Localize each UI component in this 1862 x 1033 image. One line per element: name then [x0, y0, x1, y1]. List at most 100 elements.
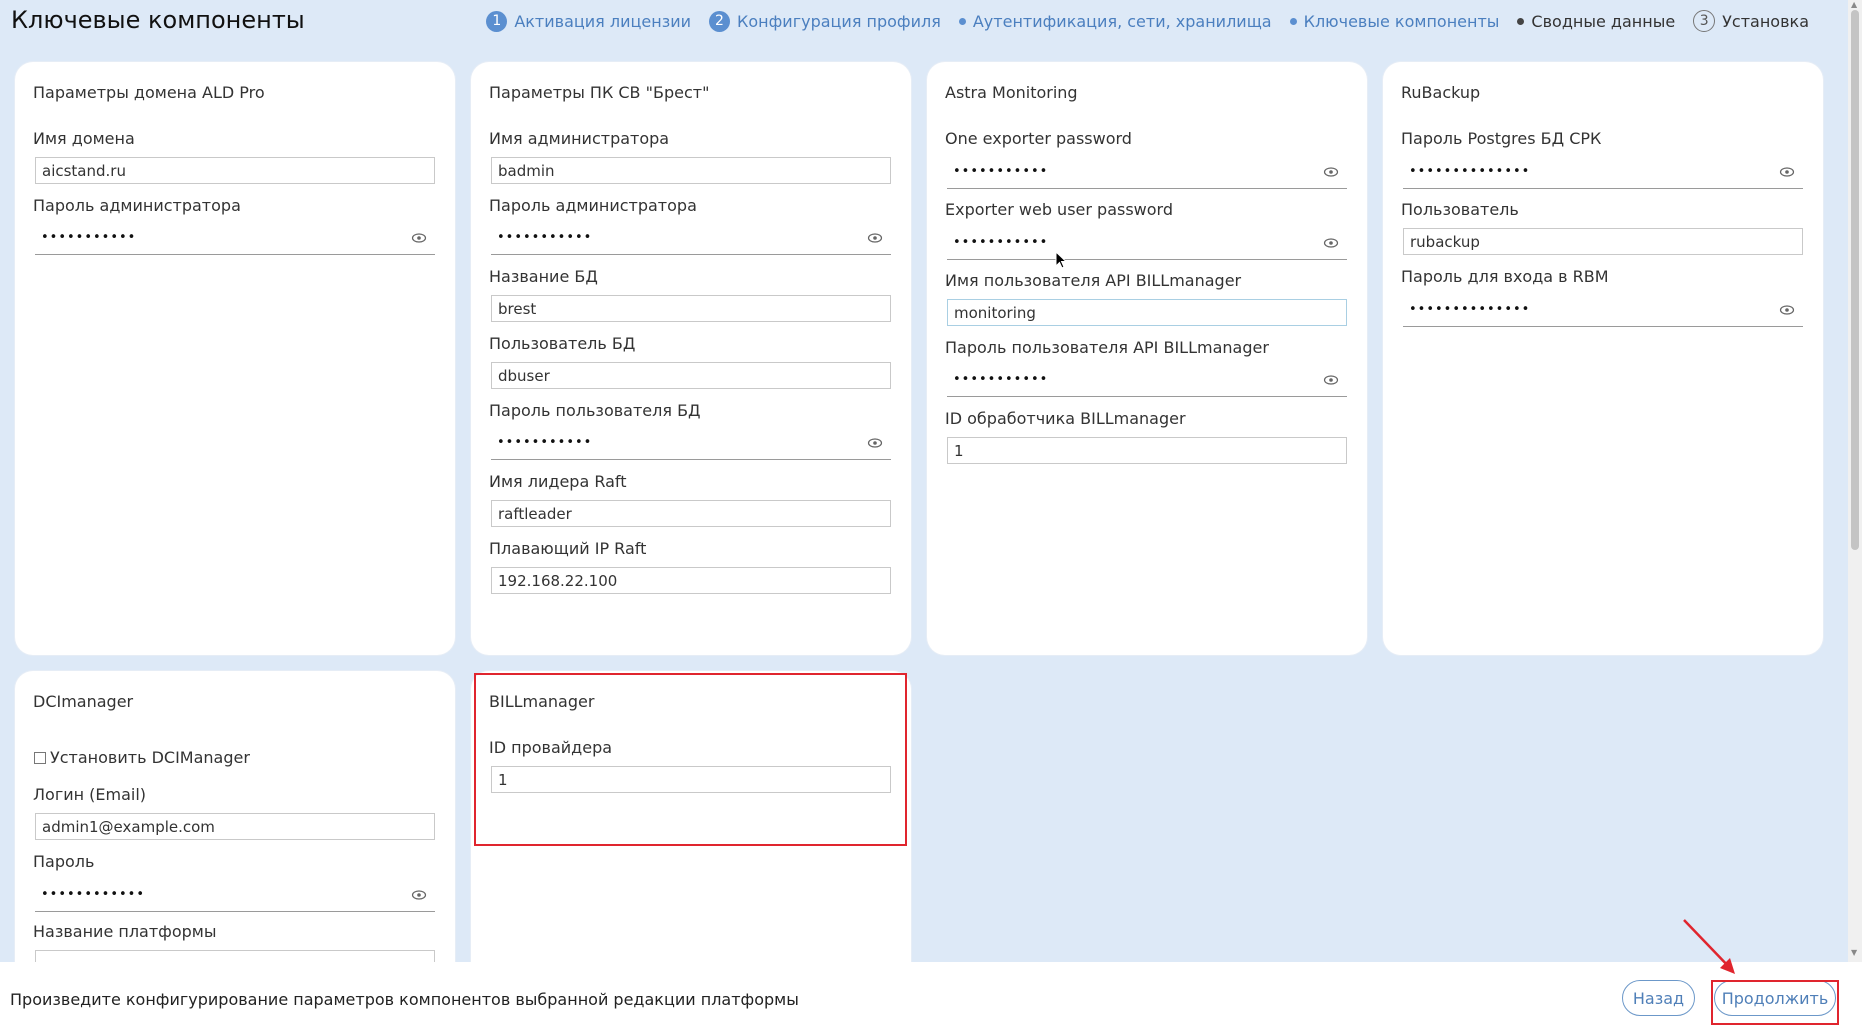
step-dot-icon [1289, 17, 1297, 25]
step-auth-networks[interactable]: Аутентификация, сети, хранилища [958, 12, 1272, 31]
one-exporter-label: One exporter password [945, 129, 1132, 148]
db-user-input[interactable] [491, 362, 891, 389]
raft-leader-label: Имя лидера Raft [489, 472, 627, 491]
step-number-badge: 3 [1693, 10, 1716, 32]
card-ald-pro: Параметры домена ALD Pro Имя домена Паро… [15, 62, 455, 655]
eye-icon[interactable] [1323, 237, 1339, 249]
scroll-down-arrow-icon[interactable]: ▼ [1851, 948, 1857, 957]
admin-name-label: Имя администратора [489, 129, 670, 148]
card-title: Параметры ПК СВ "Брест" [489, 83, 710, 102]
domain-input[interactable] [35, 157, 435, 184]
step-license[interactable]: 1 Активация лицензии [486, 10, 691, 32]
admin-password-label: Пароль администратора [489, 196, 697, 215]
step-dot-icon [958, 17, 966, 25]
vertical-scrollbar[interactable]: ▲ ▼ [1848, 0, 1862, 962]
step-label: Установка [1722, 11, 1809, 31]
step-label: Сводные данные [1531, 11, 1676, 31]
db-name-input[interactable] [491, 295, 891, 322]
eye-icon[interactable] [1323, 374, 1339, 386]
card-rubackup: RuBackup Пароль Postgres БД СРК ••••••••… [1383, 62, 1823, 655]
checkbox-label: Установить DCIManager [50, 748, 250, 767]
password-mask: •••••••••••••• [1409, 302, 1531, 317]
admin-password-field[interactable]: ••••••••••• [35, 223, 435, 255]
step-install: 3 Установка [1693, 10, 1809, 32]
eye-icon[interactable] [867, 232, 883, 244]
login-input[interactable] [35, 813, 435, 840]
password-mask: ••••••••••• [497, 230, 593, 245]
password-mask: ••••••••••• [41, 230, 137, 245]
password-mask: •••••••••••••• [1409, 164, 1531, 179]
rbm-password-label: Пароль для входа в RBM [1401, 267, 1609, 286]
password-label: Пароль [33, 852, 95, 871]
exporter-web-password-field[interactable]: ••••••••••• [947, 228, 1347, 260]
eye-icon[interactable] [867, 437, 883, 449]
card-title: DCImanager [33, 692, 134, 711]
step-profile[interactable]: 2 Конфигурация профиля [709, 10, 941, 32]
user-label: Пользователь [1401, 200, 1519, 219]
password-mask: •••••••••••• [41, 887, 146, 902]
billmanager-highlight-frame [474, 673, 907, 846]
card-astra-monitoring: Astra Monitoring One exporter password •… [927, 62, 1367, 655]
password-mask: ••••••••••• [497, 435, 593, 450]
rbm-password-field[interactable]: •••••••••••••• [1403, 295, 1803, 327]
card-brest: Параметры ПК СВ "Брест" Имя администрато… [471, 62, 911, 655]
scrollbar-thumb[interactable] [1851, 10, 1859, 550]
footer-bar: Произведите конфигурирование параметров … [0, 962, 1862, 1033]
install-dcimanager-checkbox[interactable] [34, 751, 46, 764]
step-summary: Сводные данные [1517, 12, 1675, 31]
wizard-steps: 1 Активация лицензии 2 Конфигурация проф… [486, 10, 1809, 32]
step-number-badge: 2 [709, 10, 730, 32]
db-user-label: Пользователь БД [489, 334, 636, 353]
raft-ip-label: Плавающий IP Raft [489, 539, 647, 558]
admin-password-field[interactable]: ••••••••••• [491, 223, 891, 255]
footer-instruction-text: Произведите конфигурирование параметров … [10, 990, 799, 1009]
app-root: Ключевые компоненты 1 Активация лицензии… [0, 0, 1862, 1033]
pg-password-label: Пароль Postgres БД СРК [1401, 129, 1602, 148]
card-title: Параметры домена ALD Pro [33, 83, 265, 102]
step-number-badge: 1 [486, 10, 508, 32]
step-key-components[interactable]: Ключевые компоненты [1289, 11, 1500, 31]
db-name-label: Название БД [489, 267, 598, 286]
card-dcimanager: DCImanager Логин (Email) Пароль ••••••••… [15, 671, 455, 1001]
install-dcimanager-checkbox-row[interactable]: Установить DCIManager [34, 748, 250, 767]
api-user-input[interactable] [947, 299, 1347, 326]
handler-id-label: ID обработчика BILLmanager [945, 409, 1186, 428]
domain-label: Имя домена [33, 129, 135, 148]
step-label: Ключевые компоненты [1303, 11, 1500, 31]
card-title: RuBackup [1401, 83, 1481, 102]
eye-icon[interactable] [1779, 304, 1795, 316]
password-field[interactable]: •••••••••••• [35, 880, 435, 912]
card-title: Astra Monitoring [945, 83, 1078, 102]
eye-icon[interactable] [1779, 166, 1795, 178]
handler-id-input[interactable] [947, 437, 1347, 464]
mouse-cursor-icon [1055, 251, 1067, 269]
step-label: Конфигурация профиля [737, 11, 941, 31]
step-label: Активация лицензии [514, 11, 691, 31]
user-input[interactable] [1403, 228, 1803, 255]
one-exporter-password-field[interactable]: ••••••••••• [947, 157, 1347, 189]
password-mask: ••••••••••• [953, 164, 1049, 179]
admin-password-label: Пароль администратора [33, 196, 241, 215]
db-password-label: Пароль пользователя БД [489, 401, 701, 420]
api-password-field[interactable]: ••••••••••• [947, 365, 1347, 397]
eye-icon[interactable] [411, 232, 427, 244]
back-button[interactable]: Назад [1622, 980, 1695, 1016]
annotation-arrow-icon [1683, 919, 1735, 974]
page-title: Ключевые компоненты [11, 6, 305, 34]
pg-password-field[interactable]: •••••••••••••• [1403, 157, 1803, 189]
exporter-web-label: Exporter web user password [945, 200, 1173, 219]
continue-highlight-frame [1711, 980, 1839, 1025]
eye-icon[interactable] [1323, 166, 1339, 178]
eye-icon[interactable] [411, 889, 427, 901]
scroll-up-arrow-icon[interactable]: ▲ [1851, 0, 1857, 9]
platform-name-label: Название платформы [33, 922, 217, 941]
password-mask: ••••••••••• [953, 372, 1049, 387]
db-password-field[interactable]: ••••••••••• [491, 428, 891, 460]
password-mask: ••••••••••• [953, 235, 1049, 250]
admin-name-input[interactable] [491, 157, 891, 184]
raft-leader-input[interactable] [491, 500, 891, 527]
api-password-label: Пароль пользователя API BILLmanager [945, 338, 1269, 357]
step-dot-icon [1517, 17, 1525, 25]
raft-ip-input[interactable] [491, 567, 891, 594]
api-user-label: Имя пользователя API BILLmanager [945, 271, 1242, 290]
